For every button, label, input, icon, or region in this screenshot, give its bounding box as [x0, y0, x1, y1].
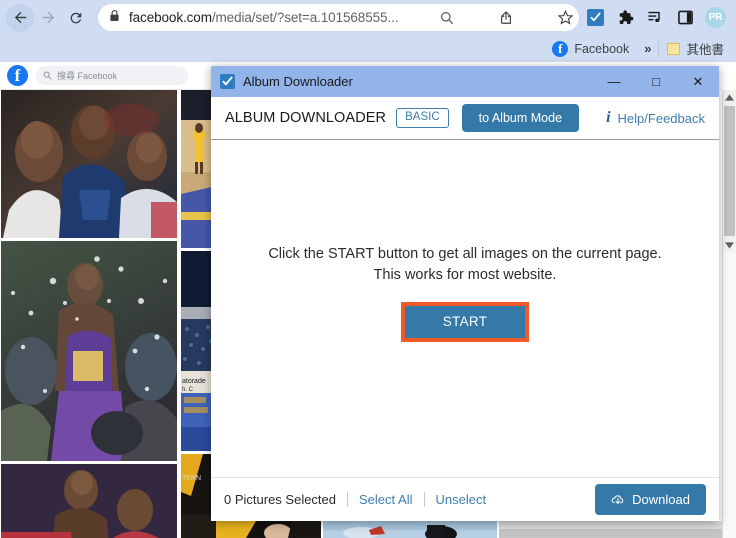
info-icon: i: [606, 109, 611, 126]
back-button[interactable]: [6, 3, 34, 32]
plan-badge: BASIC: [396, 107, 449, 129]
dialog-body: Click the START button to get all images…: [211, 140, 719, 477]
side-panel-icon[interactable]: [675, 8, 695, 28]
svg-text:atorade: atorade: [182, 378, 206, 385]
photo-column-left: PR: [1, 90, 177, 538]
extension-icons: PR: [585, 7, 730, 28]
start-button-highlight: START: [400, 302, 530, 343]
bookmarks-bar: f Facebook » 其他書: [0, 35, 736, 62]
start-button[interactable]: START: [404, 306, 526, 339]
browser-toolbar: facebook.com/media/set/?set=a.101568555.…: [0, 0, 736, 35]
to-album-mode-button[interactable]: to Album Mode: [461, 104, 580, 132]
download-label: Download: [632, 492, 690, 507]
dialog-title: Album Downloader: [243, 74, 353, 89]
hint-line-1: Click the START button to get all images…: [268, 246, 662, 262]
search-icon[interactable]: [434, 11, 454, 25]
page-scrollbar[interactable]: [722, 90, 736, 538]
scroll-down-arrow-icon[interactable]: [723, 238, 736, 252]
hint-line-2: This works for most website.: [373, 267, 557, 284]
photo-strip-bottom: [0, 521, 722, 538]
facebook-search-placeholder: 搜尋 Facebook: [57, 71, 118, 81]
album-downloader-icon: [220, 74, 235, 89]
address-bar[interactable]: facebook.com/media/set/?set=a.101568555.…: [98, 4, 579, 31]
share-icon[interactable]: [490, 10, 513, 25]
pictures-selected-count: 0 Pictures Selected: [224, 492, 337, 507]
reading-list-icon[interactable]: [645, 8, 665, 28]
svg-text:TERN: TERN: [182, 475, 201, 482]
dialog-footer: 0 Pictures Selected Select All Unselect …: [211, 477, 719, 521]
arrow-right-icon: [42, 11, 54, 24]
unselect-link[interactable]: Unselect: [436, 492, 487, 507]
browser-chrome: facebook.com/media/set/?set=a.101568555.…: [0, 0, 736, 62]
other-bookmarks-label: 其他書: [686, 43, 724, 57]
photo-thumbnail[interactable]: [323, 521, 497, 538]
puzzle-extension-icon[interactable]: [615, 8, 635, 28]
footer-separator: [347, 492, 349, 507]
maximize-button[interactable]: □: [635, 66, 677, 97]
lock-icon: [109, 9, 120, 27]
bookmark-item-facebook[interactable]: f Facebook: [544, 38, 637, 60]
other-bookmarks-folder[interactable]: 其他書: [659, 38, 732, 60]
svg-text:h. C: h. C: [182, 387, 194, 393]
facebook-favicon-icon: f: [552, 40, 569, 57]
star-icon[interactable]: [549, 10, 573, 25]
cloud-download-icon: [611, 494, 624, 504]
close-button[interactable]: ✕: [677, 66, 719, 97]
scrollbar-thumb[interactable]: [724, 106, 735, 236]
photo-thumbnail[interactable]: [1, 241, 177, 461]
facebook-logo-icon[interactable]: f: [7, 65, 28, 86]
profile-avatar[interactable]: PR: [705, 7, 726, 28]
minimize-button[interactable]: —: [593, 66, 635, 97]
bookmark-label: Facebook: [574, 41, 630, 56]
scroll-up-arrow-icon[interactable]: [723, 90, 736, 104]
bookmarks-overflow-button[interactable]: »: [637, 41, 658, 56]
reload-button[interactable]: [62, 4, 90, 32]
select-all-link[interactable]: Select All: [359, 492, 412, 507]
window-controls: — □ ✕: [593, 66, 719, 97]
app-title: ALBUM DOWNLOADER: [225, 110, 387, 126]
help-feedback-link[interactable]: i Help/Feedback: [606, 110, 705, 126]
dialog-titlebar[interactable]: Album Downloader — □ ✕: [211, 66, 719, 97]
footer-separator: [423, 492, 425, 507]
download-button[interactable]: Download: [595, 484, 706, 515]
reload-icon: [70, 12, 82, 23]
album-downloader-extension-icon[interactable]: [585, 8, 605, 28]
search-icon: [43, 71, 52, 80]
help-feedback-label: Help/Feedback: [617, 110, 705, 126]
photo-thumbnail[interactable]: [499, 521, 722, 538]
dialog-header: ALBUM DOWNLOADER BASIC to Album Mode i H…: [211, 97, 719, 140]
arrow-left-icon: [14, 11, 26, 24]
forward-button[interactable]: [34, 4, 62, 32]
scrollbar-track[interactable]: [723, 252, 736, 538]
photo-thumbnail[interactable]: [216, 521, 321, 538]
photo-thumbnail[interactable]: [1, 90, 177, 238]
address-bar-url: facebook.com/media/set/?set=a.101568555.…: [129, 10, 399, 25]
album-downloader-dialog: Album Downloader — □ ✕ ALBUM DOWNLOADER …: [211, 66, 719, 521]
facebook-search-input[interactable]: 搜尋 Facebook: [36, 66, 188, 85]
folder-icon: [667, 42, 681, 55]
